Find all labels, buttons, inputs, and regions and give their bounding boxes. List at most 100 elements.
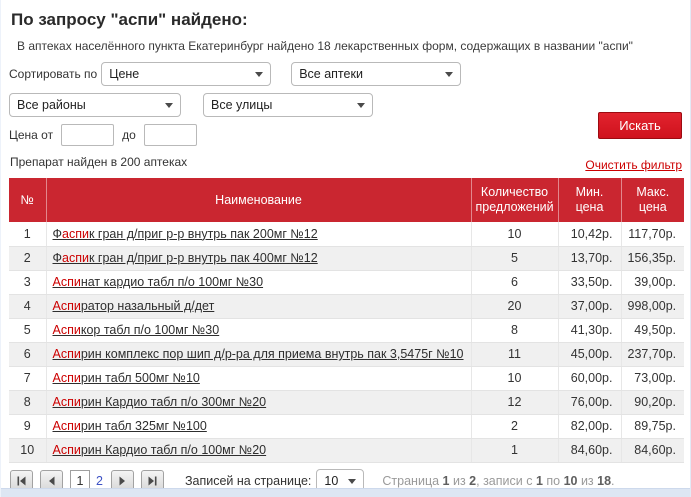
row-number: 5 xyxy=(9,318,47,343)
clear-filter-link[interactable]: Очистить фильтр xyxy=(585,158,682,172)
column-header-name: Наименование xyxy=(46,178,472,222)
product-link[interactable]: Аспирин Кардио табл п/о 100мг №20 xyxy=(53,443,267,457)
product-name-cell: Аспирин Кардио табл п/о 300мг №20 xyxy=(46,390,472,415)
bottom-border-strip xyxy=(1,488,690,497)
search-match-highlight: аспи xyxy=(62,251,89,265)
page-title: По запросу "аспи" найдено: xyxy=(11,10,248,29)
row-number: 2 xyxy=(9,246,47,271)
offers-count: 10 xyxy=(471,366,559,391)
search-match-highlight: аспи xyxy=(62,226,89,241)
filters-panel: Сортировать по Цене Все аптеки Все район… xyxy=(9,62,682,172)
next-page-icon xyxy=(119,476,126,485)
table-row: 8 Аспирин Кардио табл п/о 300мг №20 12 76,0… xyxy=(9,390,684,415)
offers-count: 2 xyxy=(471,414,559,439)
min-price: 76,00р. xyxy=(558,390,622,415)
price-from-label: Цена от xyxy=(9,128,54,142)
product-link[interactable]: Аспинат кардио табл п/о 100мг №30 xyxy=(53,275,264,289)
max-price: 156,35р. xyxy=(621,246,684,271)
pharmacy-select[interactable]: Все аптеки xyxy=(291,62,462,86)
search-match-highlight: Аспи xyxy=(52,323,81,337)
product-link[interactable]: Аспирин табл 500мг №10 xyxy=(53,371,200,385)
search-match-highlight: Аспи xyxy=(52,299,81,313)
table-row: 6 Аспирин комплекс пор шип д/р-ра для при… xyxy=(9,342,684,367)
row-number: 6 xyxy=(9,342,47,367)
min-price: 33,50р. xyxy=(558,270,622,295)
found-in-pharmacies-text: Препарат найден в 200 аптеках xyxy=(10,155,188,169)
min-price: 82,00р. xyxy=(558,414,622,439)
max-price: 89,75р. xyxy=(621,414,684,439)
district-select-value: Все районы xyxy=(17,98,86,112)
offers-count: 20 xyxy=(471,294,559,319)
prev-page-icon xyxy=(48,476,54,485)
max-price: 998,00р. xyxy=(621,294,684,319)
column-header-offers: Количество предложений xyxy=(471,178,559,222)
sort-label: Сортировать по xyxy=(9,67,98,81)
district-select[interactable]: Все районы xyxy=(9,93,181,117)
product-name-cell: Аспирин комплекс пор шип д/р-ра для прие… xyxy=(46,342,472,367)
product-name-cell: Фаспик гран д/приг р-р внутрь пак 200мг … xyxy=(46,222,472,247)
product-link[interactable]: Фаспик гран д/приг р-р внутрь пак 400мг … xyxy=(53,251,318,265)
product-link[interactable]: Аспикор табл п/о 100мг №30 xyxy=(53,323,220,337)
page-subtitle: В аптеках населённого пункта Екатеринбур… xyxy=(17,39,633,53)
pharmacy-select-value: Все аптеки xyxy=(299,67,363,81)
row-number: 10 xyxy=(9,438,47,463)
per-page-select-value: 10 xyxy=(324,473,339,488)
last-page-icon xyxy=(148,476,157,485)
product-name-cell: Аспиратор назальный д/дет xyxy=(46,294,472,319)
chevron-down-icon xyxy=(357,103,365,108)
product-name-cell: Аспирин Кардио табл п/о 100мг №20 xyxy=(46,438,472,463)
search-match-highlight: Аспи xyxy=(52,443,81,457)
results-table: № Наименование Количество предложений Ми… xyxy=(9,178,684,463)
offers-count: 5 xyxy=(471,246,559,271)
row-number: 1 xyxy=(9,222,47,247)
product-name-cell: Фаспик гран д/приг р-р внутрь пак 400мг … xyxy=(46,246,472,271)
min-price: 45,00р. xyxy=(558,342,622,367)
search-match-highlight: Аспи xyxy=(52,371,81,385)
product-name-cell: Аспирин табл 500мг №10 xyxy=(46,366,472,391)
chevron-down-icon xyxy=(445,72,454,77)
max-price: 117,70р. xyxy=(621,222,684,247)
min-price: 10,42р. xyxy=(558,222,622,247)
price-to-input[interactable] xyxy=(143,124,197,146)
price-to-label: до xyxy=(122,128,136,142)
search-match-highlight: Аспи xyxy=(52,419,81,433)
price-from-input[interactable] xyxy=(61,124,115,146)
page-2-link[interactable]: 2 xyxy=(96,474,103,488)
product-link[interactable]: Аспирин Кардио табл п/о 300мг №20 xyxy=(53,395,267,409)
street-select[interactable]: Все улицы xyxy=(203,93,373,117)
search-results-page: По запросу "аспи" найдено: В аптеках нас… xyxy=(0,0,691,497)
row-number: 4 xyxy=(9,294,47,319)
product-link[interactable]: Фаспик гран д/приг р-р внутрь пак 200мг … xyxy=(53,227,318,241)
product-name-cell: Аспинат кардио табл п/о 100мг №30 xyxy=(46,270,472,295)
search-match-highlight: Аспи xyxy=(52,395,81,409)
max-price: 90,20р. xyxy=(621,390,684,415)
min-price: 37,00р. xyxy=(558,294,622,319)
column-header-num: № xyxy=(9,178,47,222)
max-price: 73,00р. xyxy=(621,366,684,391)
chevron-down-icon xyxy=(165,103,173,108)
column-header-max-price: Макс. цена xyxy=(621,178,684,222)
product-link[interactable]: Аспиратор назальный д/дет xyxy=(53,299,215,313)
product-link[interactable]: Аспирин табл 325мг №100 xyxy=(53,419,207,433)
offers-count: 6 xyxy=(471,270,559,295)
product-name-cell: Аспикор табл п/о 100мг №30 xyxy=(46,318,472,343)
search-match-highlight: Аспи xyxy=(52,275,81,289)
max-price: 39,00р. xyxy=(621,270,684,295)
table-row: 3 Аспинат кардио табл п/о 100мг №30 6 33,50… xyxy=(9,270,684,295)
table-row: 4 Аспиратор назальный д/дет 20 37,00р. 998,0… xyxy=(9,294,684,319)
min-price: 13,70р. xyxy=(558,246,622,271)
table-row: 5 Аспикор табл п/о 100мг №30 8 41,30р. 49,50… xyxy=(9,318,684,343)
per-page-label: Записей на странице: xyxy=(184,473,312,488)
street-select-value: Все улицы xyxy=(211,98,273,112)
max-price: 237,70р. xyxy=(621,342,684,367)
sort-select[interactable]: Цене xyxy=(101,62,272,86)
chevron-down-icon xyxy=(255,72,264,77)
min-price: 41,30р. xyxy=(558,318,622,343)
offers-count: 1 xyxy=(471,438,559,463)
table-header-row: № Наименование Количество предложений Ми… xyxy=(9,178,684,222)
search-button[interactable]: Искать xyxy=(598,112,682,139)
row-number: 7 xyxy=(9,366,47,391)
product-link[interactable]: Аспирин комплекс пор шип д/р-ра для прие… xyxy=(53,347,464,361)
column-header-min-price: Мин. цена xyxy=(558,178,622,222)
table-row: 2 Фаспик гран д/приг р-р внутрь пак 400мг… xyxy=(9,246,684,271)
